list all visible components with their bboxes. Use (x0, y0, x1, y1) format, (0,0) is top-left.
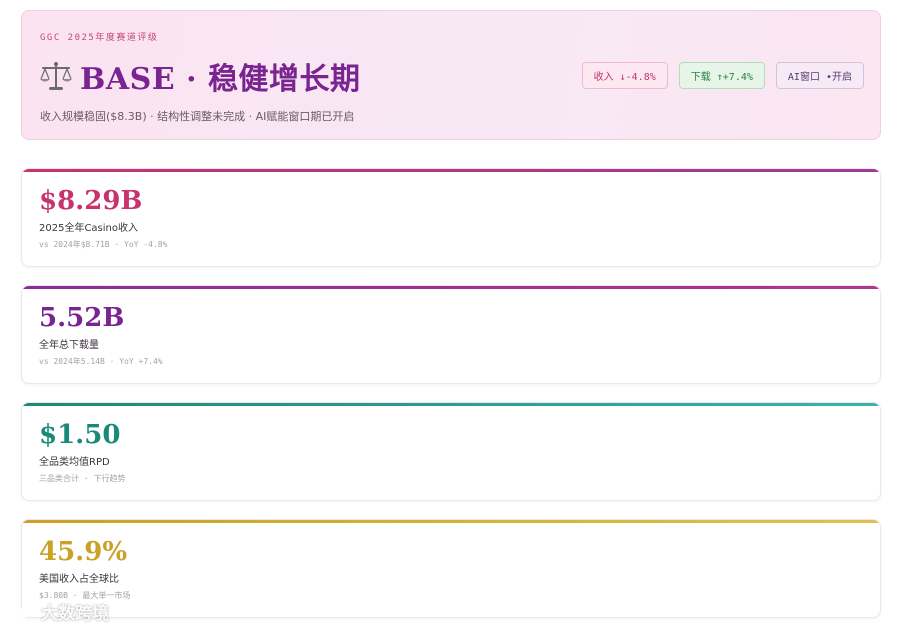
title-row: BASE · 稳健增长期 (38, 55, 361, 97)
logo-icon (8, 604, 35, 619)
metric-value: $1.50 (39, 420, 121, 450)
watermark-text: 大数跨境 (41, 604, 109, 624)
metric-note: vs 2024年5.14B · YoY +7.4% (39, 357, 163, 366)
header-subtitle: 收入规模稳固($8.3B) · 结构性调整未完成 · AI赋能窗口期已开启 (40, 110, 355, 123)
watermark: 大数跨境 (7, 599, 109, 624)
metric-label: 2025全年Casino收入 (39, 223, 139, 234)
metric-card-revenue: $8.29B 2025全年Casino收入 vs 2024年$8.71B · Y… (21, 168, 881, 267)
metric-value: $8.29B (39, 186, 143, 216)
card-accent-bar (22, 169, 880, 172)
downloads-change-badge: 下载 ↑+7.4% (678, 62, 765, 89)
metric-note: 三品类合计 · 下行趋势 (39, 474, 126, 483)
balance-scale-icon (40, 62, 72, 90)
metric-card-rpd: $1.50 全品类均值RPD 三品类合计 · 下行趋势 (21, 402, 881, 501)
ai-window-badge: AI窗口 •开启 (775, 62, 864, 89)
rating-header: GGC 2025年度赛道评级 BASE · 稳健增长期 收入规模稳固($8.3B… (21, 10, 881, 140)
revenue-change-badge: 收入 ↓-4.8% (581, 62, 668, 89)
metric-value: 45.9% (39, 537, 128, 567)
metric-card-downloads: 5.52B 全年总下载量 vs 2024年5.14B · YoY +7.4% (21, 285, 881, 384)
metric-label: 全年总下载量 (39, 340, 99, 351)
card-accent-bar (22, 403, 880, 406)
page-title: BASE · 稳健增长期 (80, 62, 361, 97)
status-badges: 收入 ↓-4.8% 下载 ↑+7.4% AI窗口 •开启 (581, 62, 864, 89)
header-eyebrow: GGC 2025年度赛道评级 (40, 33, 159, 43)
metric-card-us-share: 45.9% 美国收入占全球比 $3.80B · 最大单一市场 (21, 519, 881, 618)
metric-label: 全品类均值RPD (39, 457, 110, 468)
card-accent-bar (22, 520, 880, 523)
card-accent-bar (22, 286, 880, 289)
metric-note: vs 2024年$8.71B · YoY -4.8% (39, 240, 168, 249)
metric-label: 美国收入占全球比 (39, 574, 119, 585)
metric-value: 5.52B (39, 303, 125, 333)
